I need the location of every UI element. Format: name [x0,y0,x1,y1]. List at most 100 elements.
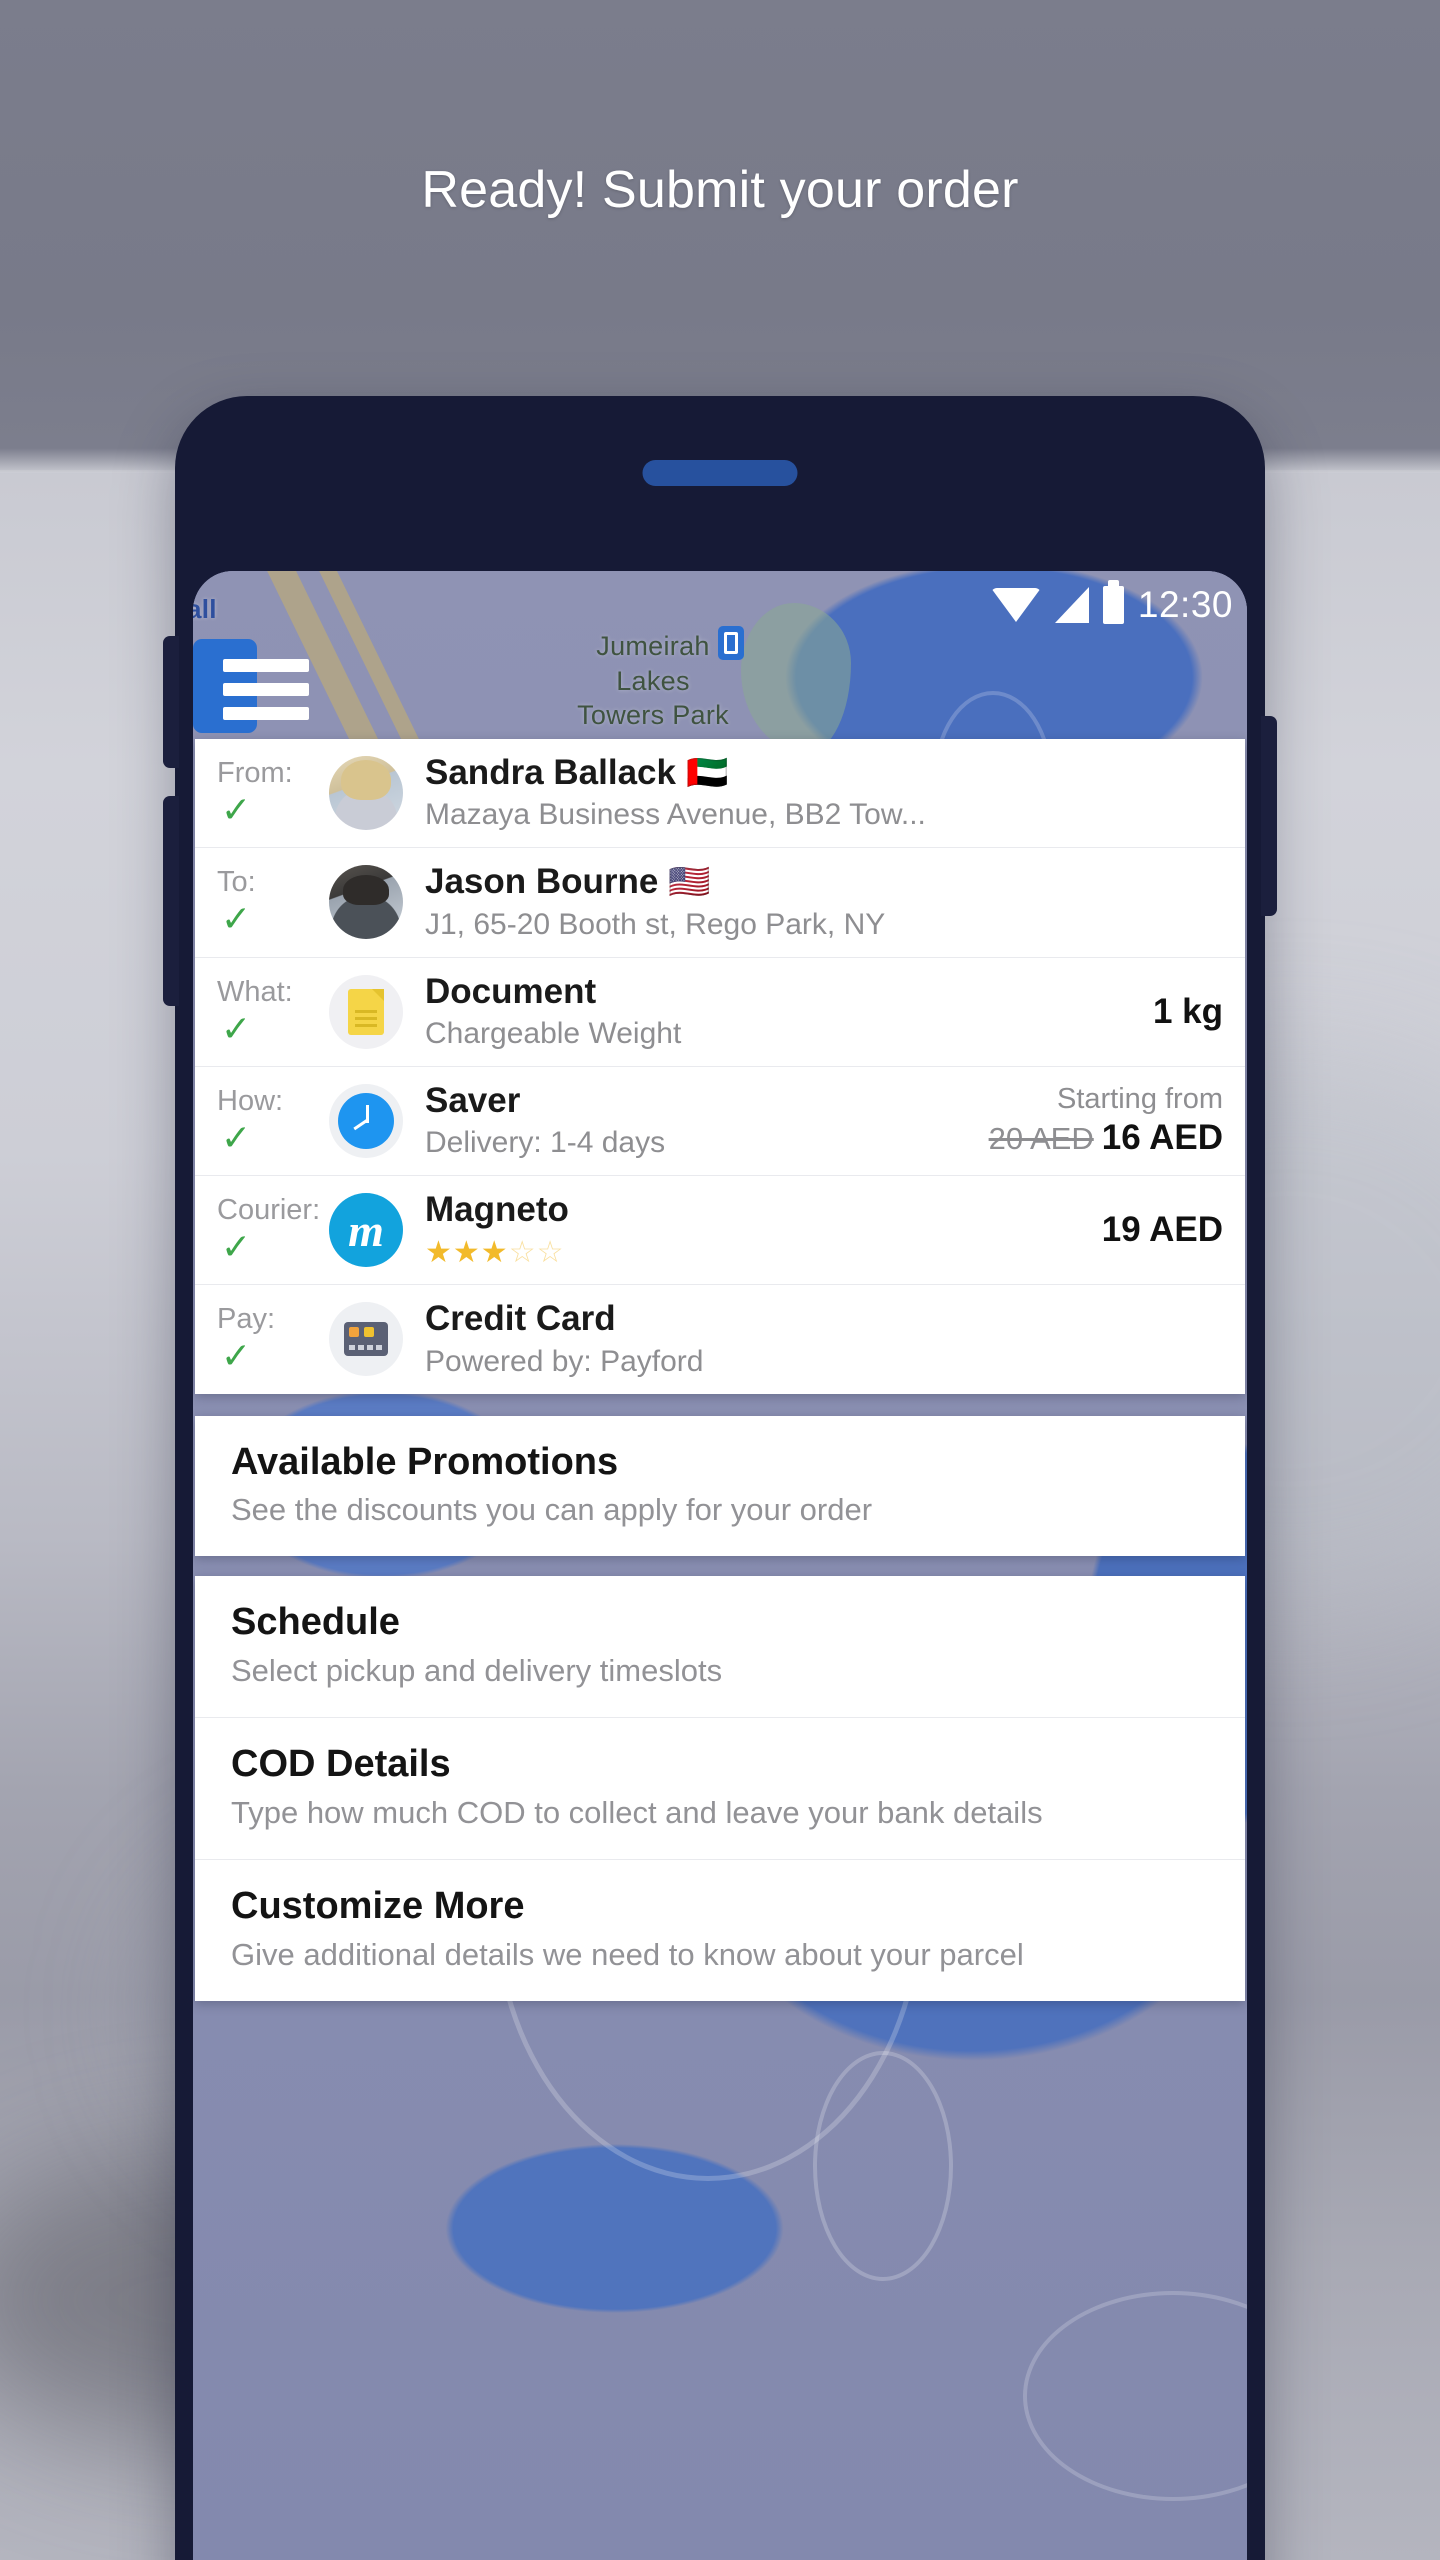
clock-glyph [338,1092,394,1149]
status-bar-clock: 12:30 [1137,584,1233,625]
summary-row-how[interactable]: How: ✓ Saver Delivery: 1-4 days Starting… [195,1067,1245,1176]
row-price-final: 16 AED [1101,1118,1223,1158]
check-icon: ✓ [221,898,252,940]
check-icon: ✓ [221,1007,252,1049]
row-price-final: 19 AED [1101,1210,1223,1250]
row-weight-value: 1 kg [1152,991,1223,1031]
row-title-line: Saver [425,1081,971,1121]
row-label-group: Courier: ✓ [217,1194,329,1268]
flag-uae-icon: 🇦🇪 [685,754,729,793]
extras-row-cod[interactable]: COD Details Type how much COD to collect… [195,1718,1245,1861]
row-title: Credit Card [425,1299,616,1339]
row-label-group: To: ✓ [217,867,329,937]
flag-usa-icon: 🇺🇸 [668,863,711,902]
row-title: Document [425,971,597,1011]
row-title-line: Document [425,972,1135,1012]
hamburger-bar [223,658,309,672]
promotions-title: Available Promotions [231,1440,619,1483]
battery-icon [1102,580,1124,624]
promotions-subtitle: See the discounts you can apply for your… [231,1492,873,1528]
credit-card-icon [329,1302,403,1377]
row-price-line: 20 AED 16 AED [989,1117,1223,1159]
row-label-group: From: ✓ [217,757,329,831]
row-subtitle: Mazaya Business Avenue, BB2 Tow... [425,798,926,832]
extras-subtitle: Select pickup and delivery timeslots [231,1653,723,1689]
summary-row-what[interactable]: What: ✓ Document Chargeable Weight 1 kg [195,958,1245,1067]
extras-title: Schedule [231,1601,400,1644]
wifi-icon [990,588,1041,622]
row-text-group: Document Chargeable Weight [425,972,1135,1052]
page-title: Ready! Submit your order [421,161,1019,219]
row-title-line: Sandra Ballack 🇦🇪 [425,753,1223,793]
hamburger-menu-icon[interactable] [223,651,309,727]
credit-card-glyph [344,1322,388,1357]
row-subtitle: Powered by: Payford [425,1344,704,1378]
row-subtitle: Delivery: 1-4 days [425,1126,666,1159]
check-icon: ✓ [221,1116,252,1158]
promotions-card[interactable]: Available Promotions See the discounts y… [195,1415,1245,1557]
row-title: Magneto [425,1190,569,1229]
check-icon: ✓ [221,1226,252,1268]
order-summary-sheet: From: ✓ Sandra Ballack 🇦🇪 Mazaya Busines… [193,739,1247,2021]
order-summary-card: From: ✓ Sandra Ballack 🇦🇪 Mazaya Busines… [195,739,1245,1394]
row-label: Courier: [217,1194,321,1227]
signal-icon [1054,587,1089,623]
row-text-group: Sandra Ballack 🇦🇪 Mazaya Business Avenue… [425,753,1223,833]
hamburger-bar [223,706,309,720]
map-label-park: Jumeirah Lakes Towers Park [577,631,729,731]
volume-down-button[interactable] [163,796,179,1006]
map-road-loop [813,2051,953,2281]
magneto-logo-icon: m [329,1193,403,1268]
row-price-caption: Starting from [1057,1083,1223,1116]
volume-up-button[interactable] [163,636,179,768]
hamburger-bar [223,682,309,696]
page-root: Ready! Submit your order Jumeirah Lakes To… [0,0,1440,2560]
phone-speaker [642,460,798,486]
extras-row-customize[interactable]: Customize More Give additional details w… [195,1860,1245,2001]
row-text-group: Jason Bourne 🇺🇸 J1, 65-20 Booth st, Rego… [425,862,1223,942]
row-label-group: How: ✓ [217,1084,329,1158]
check-icon: ✓ [221,789,252,831]
row-title-line: Credit Card [425,1299,1223,1339]
row-title: Sandra Ballack [425,753,676,792]
row-title-line: Jason Bourne 🇺🇸 [425,862,1223,902]
avatar-sandra [329,756,403,831]
document-glyph [348,988,384,1035]
row-label: Pay: [217,1303,276,1336]
summary-row-to[interactable]: To: ✓ Jason Bourne 🇺🇸 J1, 65-20 Booth st… [195,848,1245,958]
promotions-row[interactable]: Available Promotions See the discounts y… [195,1416,1245,1557]
check-icon: ✓ [221,1335,252,1377]
row-label-group: Pay: ✓ [217,1304,329,1374]
row-label: How: [217,1084,284,1117]
power-button[interactable] [1261,716,1277,916]
row-text-group: Credit Card Powered by: Payford [425,1299,1223,1379]
row-value-group: 19 AED [1084,1209,1223,1251]
row-title-line: Magneto [425,1190,1084,1230]
star-empty-icon: ☆☆ [508,1236,565,1270]
row-subtitle: Chargeable Weight [425,1016,682,1050]
document-icon [329,974,403,1049]
row-price-original: 20 AED [988,1121,1094,1157]
row-text-group: Magneto ★★★☆☆ [425,1190,1084,1270]
row-label-group: What: ✓ [217,975,329,1049]
row-label: What: [217,975,293,1008]
row-value-group: 1 kg [1135,991,1223,1033]
summary-row-courier[interactable]: Courier: ✓ m Magneto ★★★☆☆ 19 AED [195,1176,1245,1286]
extras-subtitle: Type how much COD to collect and leave y… [231,1795,1043,1831]
clock-icon [329,1083,403,1158]
row-label: From: [217,757,293,790]
avatar-jason [329,865,403,940]
summary-row-from[interactable]: From: ✓ Sandra Ballack 🇦🇪 Mazaya Busines… [195,739,1245,849]
extras-card: Schedule Select pickup and delivery time… [195,1576,1245,2002]
phone-screen: JumeirahLakesTowers Park all ( F2570 Swi… [193,571,1247,2560]
extras-title: Customize More [231,1885,525,1928]
row-subtitle: J1, 65-20 Booth st, Rego Park, NY [425,907,886,941]
row-text-group: Saver Delivery: 1-4 days [425,1081,971,1161]
extras-title: COD Details [231,1743,451,1786]
summary-row-pay[interactable]: Pay: ✓ Credit Card Powered by: Payford [195,1285,1245,1393]
phone-mockup: JumeirahLakesTowers Park all ( F2570 Swi… [163,396,1277,2560]
extras-row-schedule[interactable]: Schedule Select pickup and delivery time… [195,1576,1245,1719]
status-bar: 12:30 [193,571,1247,639]
row-value-group: Starting from 20 AED 16 AED [971,1082,1223,1159]
extras-subtitle: Give additional details we need to know … [231,1937,1024,1973]
